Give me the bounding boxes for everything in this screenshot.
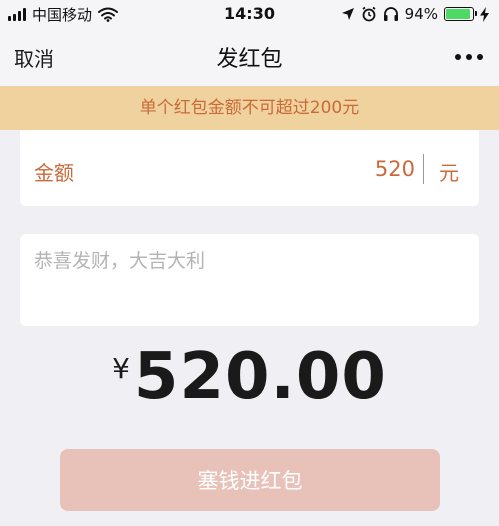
- battery-fill: [446, 9, 471, 19]
- more-dots-icon[interactable]: [455, 54, 483, 60]
- battery-percent: 94%: [404, 5, 438, 23]
- currency-symbol: ¥: [112, 352, 130, 385]
- status-right: 94%: [341, 4, 489, 24]
- greeting-card: [20, 234, 479, 326]
- navigation-bar: 取消 发红包: [0, 28, 499, 86]
- status-bar: 中国移动 14:30 94%: [0, 0, 499, 28]
- charging-bolt-icon: [480, 6, 489, 22]
- page-title: 发红包: [216, 47, 283, 72]
- put-money-button[interactable]: 塞钱进红包: [60, 449, 440, 511]
- total-amount: ¥520.00: [0, 340, 499, 414]
- amount-input[interactable]: [295, 154, 415, 184]
- total-value: 520.00: [133, 340, 387, 414]
- text-cursor: [423, 154, 424, 184]
- amount-label: 金额: [34, 161, 74, 185]
- location-arrow-icon: [341, 8, 354, 20]
- amount-unit: 元: [439, 161, 459, 185]
- headphones-icon: [383, 7, 398, 21]
- alarm-icon: [362, 6, 376, 22]
- amount-card: 金额 元: [20, 130, 479, 206]
- limit-warning-banner: 单个红包金额不可超过200元: [0, 86, 499, 130]
- send-red-packet-screen: 中国移动 14:30 94% 取消 发红包 单个红包金额不可超过200元 金额 …: [0, 0, 499, 526]
- greeting-input[interactable]: [34, 246, 464, 314]
- battery-icon: [444, 7, 477, 21]
